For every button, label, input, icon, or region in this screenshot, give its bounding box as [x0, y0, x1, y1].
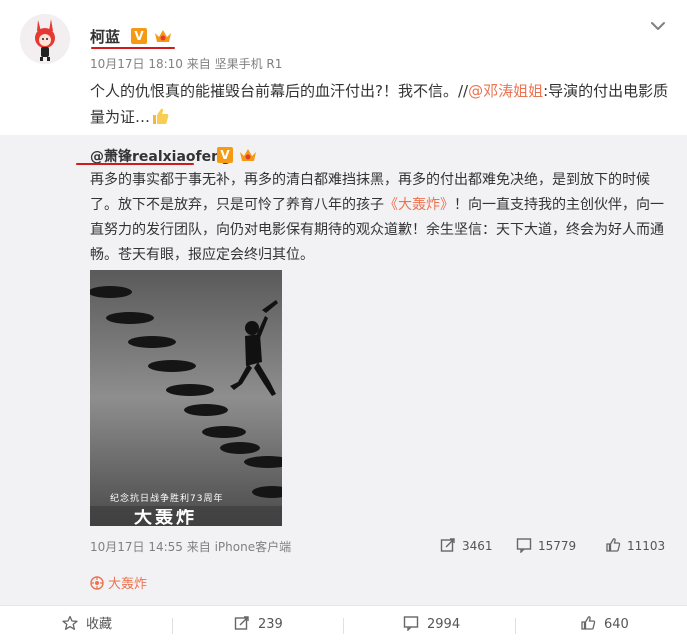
- like-icon: [581, 616, 596, 630]
- repost-like-count[interactable]: 11103: [605, 537, 665, 553]
- comment-button[interactable]: 2994: [403, 606, 460, 643]
- post-content-text: 个人的仇恨真的能摧毁台前幕后的血汗付出?！我不信。//: [90, 82, 469, 100]
- forward-icon: [234, 616, 249, 630]
- action-bar: 收藏 239 2994 640: [0, 605, 687, 643]
- action-divider: [515, 618, 516, 634]
- like-button[interactable]: 640: [580, 606, 629, 643]
- repost-meta: 10月17日 14:55 来自 iPhone客户端: [90, 540, 292, 554]
- movie-title-link[interactable]: 《大轰炸》: [384, 197, 454, 213]
- like-count: 640: [604, 617, 629, 632]
- post-meta: 10月17日 18:10 来自 坚果手机 R1: [90, 57, 283, 71]
- favorite-label: 收藏: [86, 617, 113, 632]
- comment-icon: [403, 616, 419, 632]
- like-icon: [606, 538, 621, 552]
- repost-like-value: 11103: [627, 539, 666, 553]
- repost-member-crown-icon: [240, 149, 256, 161]
- repost-comment-value: 15779: [538, 539, 577, 553]
- topic-label: 大轰炸: [108, 577, 148, 592]
- username-underline: [91, 47, 175, 49]
- repost-verified-badge-icon: V: [217, 147, 233, 163]
- action-divider: [343, 618, 344, 634]
- favorite-button[interactable]: 收藏: [62, 606, 112, 643]
- movie-poster-image[interactable]: [90, 270, 282, 526]
- chevron-down-icon[interactable]: [649, 17, 667, 35]
- weibo-post-card: 柯蓝 V 10月17日 18:10 来自 坚果手机 R1 个人的仇恨真的能摧毁台…: [0, 0, 687, 643]
- topic-icon: [90, 576, 104, 590]
- poster-caption: 纪念抗日战争胜利73周年: [110, 494, 224, 504]
- member-crown-icon: [155, 30, 171, 42]
- post-username[interactable]: 柯蓝: [90, 26, 120, 47]
- verified-badge-icon: V: [131, 28, 147, 44]
- comment-count: 2994: [427, 617, 461, 632]
- repost-username-underline: [76, 163, 194, 165]
- repost-comment-count[interactable]: 15779: [516, 537, 577, 554]
- post-mention-link[interactable]: @邓涛姐姐: [468, 82, 543, 100]
- thumbs-up-emoji-icon: [153, 108, 169, 124]
- post-content: 个人的仇恨真的能摧毁台前幕后的血汗付出?！我不信。//@邓涛姐姐:导演的付出电影…: [90, 78, 670, 130]
- repost-button[interactable]: 239: [234, 606, 283, 643]
- comment-icon: [516, 538, 532, 554]
- star-icon: [62, 615, 78, 630]
- repost-forward-value: 3461: [462, 539, 493, 553]
- action-divider: [172, 618, 173, 634]
- topic-link[interactable]: 大轰炸: [90, 573, 147, 592]
- repost-forward-count[interactable]: 3461: [440, 537, 493, 553]
- repost-text: 再多的事实都于事无补，再多的清白都难挡抹黑，再多的付出都难免决绝，是到放下的时候…: [90, 168, 670, 268]
- avatar[interactable]: [20, 14, 70, 64]
- repost-count: 239: [258, 617, 283, 632]
- forward-icon: [440, 538, 455, 552]
- poster-title: 大轰炸: [134, 509, 197, 526]
